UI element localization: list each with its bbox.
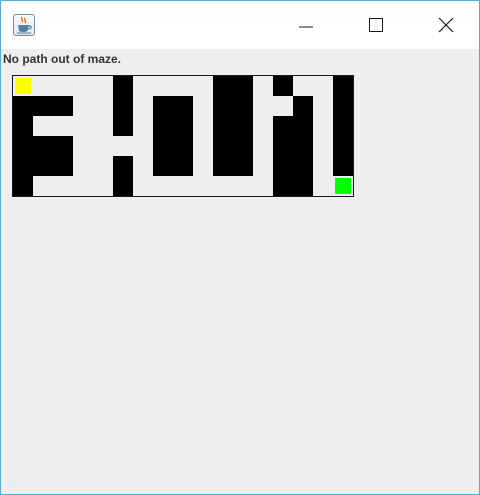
maze-wall-cell: [173, 136, 193, 156]
maze-wall-cell: [153, 96, 173, 116]
maze-wall-cell: [33, 136, 53, 156]
maze-wall-cell: [213, 76, 233, 96]
minimize-icon: [299, 26, 313, 28]
app-window: No path out of maze.: [0, 0, 480, 495]
maze-wall-cell: [333, 76, 353, 96]
maze-wall-cell: [173, 96, 193, 116]
maze-wall-cell: [53, 136, 73, 156]
maze-wall-cell: [13, 156, 33, 176]
maze-wall-cell: [113, 176, 133, 196]
maze-wall-cell: [273, 76, 293, 96]
maze-wall-cell: [333, 96, 353, 116]
maze-wall-cell: [113, 156, 133, 176]
maze-wall-cell: [153, 116, 173, 136]
maze-wall-cell: [273, 136, 293, 156]
maze-wall-cell: [333, 136, 353, 156]
maze-wall-cell: [13, 136, 33, 156]
maximize-button[interactable]: [341, 1, 411, 49]
maze-wall-cell: [293, 96, 313, 116]
maze-wall-cell: [113, 116, 133, 136]
java-coffee-cup-icon[interactable]: [13, 14, 35, 36]
maze-grid: [12, 75, 354, 197]
maze-wall-cell: [153, 156, 173, 176]
maze-wall-cell: [293, 136, 313, 156]
maze-wall-cell: [333, 116, 353, 136]
maze-wall-cell: [213, 116, 233, 136]
maze-wall-cell: [233, 156, 253, 176]
title-bar[interactable]: [1, 1, 479, 49]
maze-wall-cell: [233, 76, 253, 96]
maze-wall-cell: [213, 156, 233, 176]
maze-wall-cell: [13, 96, 33, 116]
status-label: No path out of maze.: [3, 52, 121, 66]
maze-wall-cell: [173, 116, 193, 136]
close-icon: [438, 17, 454, 33]
maze-wall-cell: [233, 136, 253, 156]
maze-wall-cell: [293, 176, 313, 196]
maze-wall-cell: [213, 96, 233, 116]
maze-wall-cell: [173, 156, 193, 176]
maze-goal-cell: [333, 176, 353, 196]
maze-start-cell: [13, 76, 33, 96]
maze-wall-cell: [113, 96, 133, 116]
maze-wall-cell: [13, 176, 33, 196]
maze-wall-cell: [53, 96, 73, 116]
maximize-icon: [369, 18, 383, 32]
content-pane: No path out of maze.: [1, 49, 479, 494]
maze-wall-cell: [153, 136, 173, 156]
maze-wall-cell: [13, 116, 33, 136]
close-button[interactable]: [411, 1, 480, 49]
maze-wall-cell: [293, 116, 313, 136]
minimize-button[interactable]: [271, 1, 341, 49]
maze-wall-cell: [273, 176, 293, 196]
maze-wall-cell: [53, 156, 73, 176]
maze-wall-cell: [33, 156, 53, 176]
maze-wall-cell: [233, 96, 253, 116]
maze-wall-cell: [33, 96, 53, 116]
maze-wall-cell: [233, 116, 253, 136]
maze-wall-cell: [273, 116, 293, 136]
maze-wall-cell: [333, 156, 353, 176]
maze-wall-cell: [293, 156, 313, 176]
maze-wall-cell: [273, 156, 293, 176]
maze-wall-cell: [113, 76, 133, 96]
maze-wall-cell: [213, 136, 233, 156]
